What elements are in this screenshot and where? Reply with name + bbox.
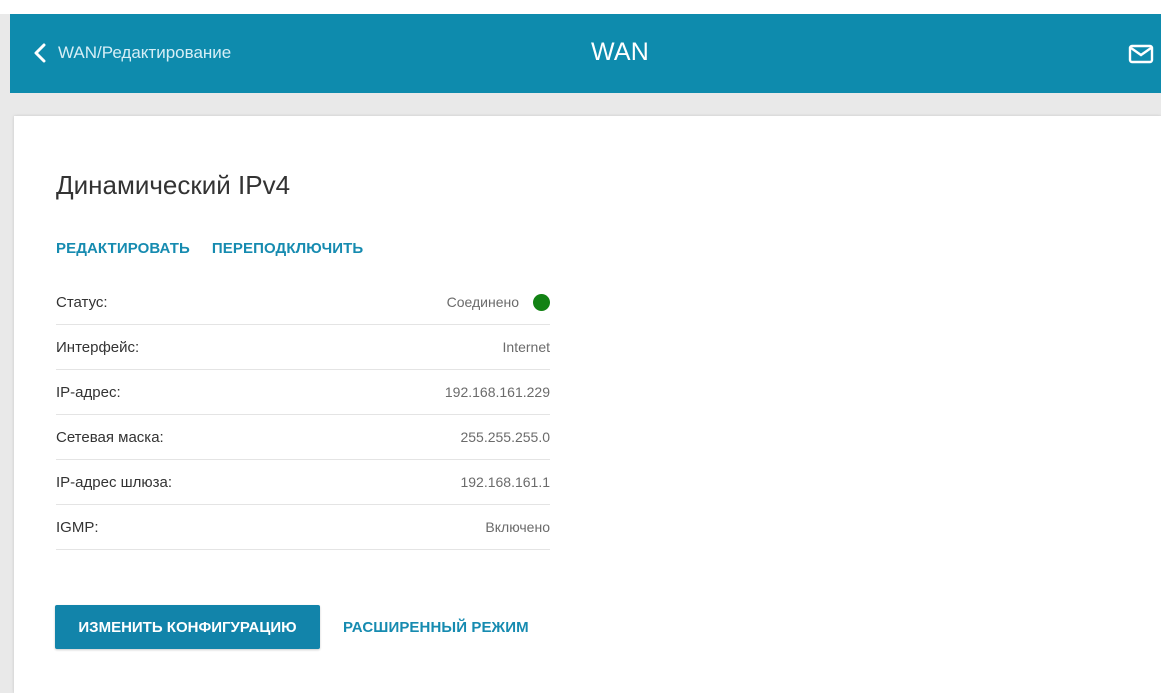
breadcrumb: WAN/Редактирование xyxy=(58,43,232,62)
row-label: Статус: xyxy=(56,293,108,311)
table-row: IGMP: Включено xyxy=(56,505,550,550)
page-title: Динамический IPv4 xyxy=(56,170,291,200)
header-bar: WAN/Редактирование WAN xyxy=(10,14,1161,93)
row-value: 192.168.161.1 xyxy=(460,474,550,490)
advanced-mode-link[interactable]: РАСШИРЕННЫЙ РЕЖИМ xyxy=(343,619,529,636)
mail-icon[interactable] xyxy=(1128,44,1154,64)
table-row: Сетевая маска: 255.255.255.0 xyxy=(56,415,550,460)
row-label: Сетевая маска: xyxy=(56,428,164,446)
table-row: Статус: Соединено xyxy=(56,280,550,325)
reconnect-link[interactable]: ПЕРЕПОДКЛЮЧИТЬ xyxy=(212,240,363,257)
table-row: IP-адрес: 192.168.161.229 xyxy=(56,370,550,415)
row-label: IP-адрес: xyxy=(56,383,121,401)
row-label: IP-адрес шлюза: xyxy=(56,473,173,491)
header-title: WAN xyxy=(591,38,649,66)
change-config-button[interactable]: ИЗМЕНИТЬ КОНФИГУРАЦИЮ xyxy=(55,605,320,649)
action-links: РЕДАКТИРОВАТЬ ПЕРЕПОДКЛЮЧИТЬ xyxy=(56,240,363,257)
row-value: Включено xyxy=(485,519,550,535)
edit-link[interactable]: РЕДАКТИРОВАТЬ xyxy=(56,240,190,257)
row-value: 192.168.161.229 xyxy=(444,384,550,400)
row-value: 255.255.255.0 xyxy=(460,429,550,445)
top-strip xyxy=(0,0,1161,14)
row-value: Соединено xyxy=(446,294,519,310)
table-row: IP-адрес шлюза: 192.168.161.1 xyxy=(56,460,550,505)
status-value: Соединено xyxy=(446,293,550,311)
row-value: Internet xyxy=(502,339,550,355)
table-row: Интерфейс: Internet xyxy=(56,325,550,370)
row-label: IGMP: xyxy=(56,518,99,536)
chevron-left-icon xyxy=(34,43,46,63)
status-indicator-icon xyxy=(533,293,550,311)
row-label: Интерфейс: xyxy=(56,338,140,356)
back-link[interactable]: WAN/Редактирование xyxy=(32,40,231,66)
info-table: Статус: Соединено Интерфейс: Internet IP… xyxy=(56,280,550,550)
